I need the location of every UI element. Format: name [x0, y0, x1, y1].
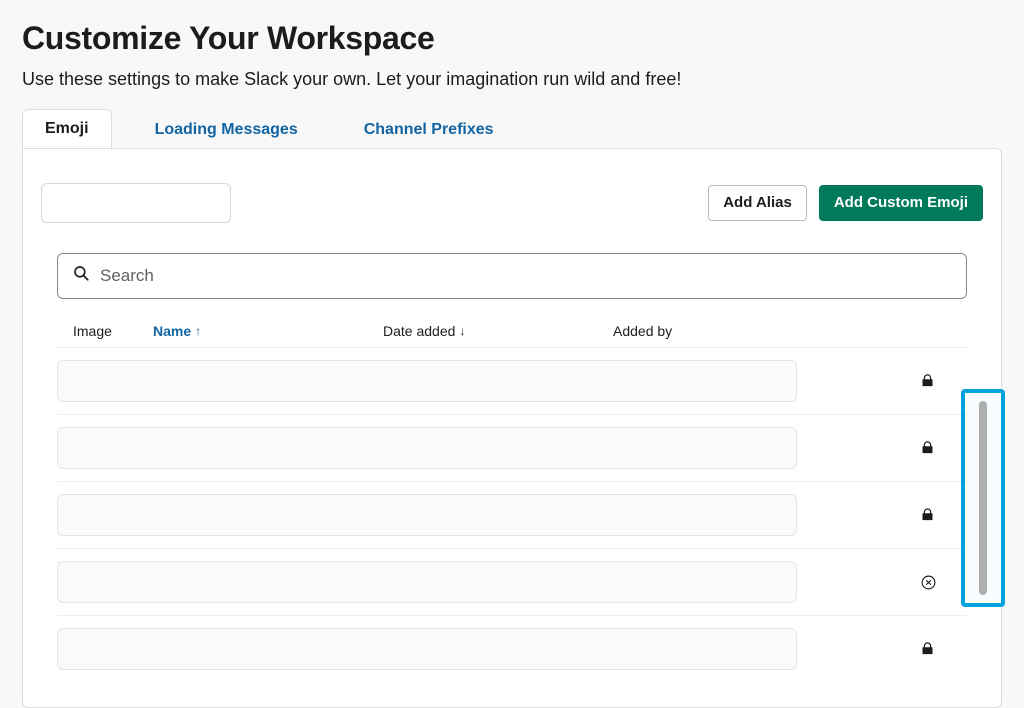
add-custom-emoji-button[interactable]: Add Custom Emoji [819, 185, 983, 221]
table-row [57, 548, 967, 615]
lock-icon [920, 440, 935, 455]
lock-icon [920, 507, 935, 522]
tabs: Emoji Loading Messages Channel Prefixes [22, 108, 1002, 148]
sort-desc-icon: ↓ [459, 324, 465, 338]
row-action [907, 440, 967, 455]
panel-emoji: Add Alias Add Custom Emoji Image Name ↑ [22, 148, 1002, 708]
lock-icon [920, 373, 935, 388]
search-input[interactable] [100, 266, 952, 286]
table-row [57, 481, 967, 548]
col-image: Image [73, 323, 153, 339]
page-subtitle: Use these settings to make Slack your ow… [22, 69, 1002, 90]
toolbar: Add Alias Add Custom Emoji [41, 183, 983, 223]
filter-dropdown[interactable] [41, 183, 231, 223]
row-placeholder [57, 494, 797, 536]
table-row [57, 414, 967, 481]
emoji-table: Image Name ↑ Date added ↓ Added by [41, 253, 983, 682]
page-title: Customize Your Workspace [22, 20, 1002, 57]
row-action[interactable] [907, 574, 967, 589]
table-row [57, 615, 967, 682]
delete-icon[interactable] [920, 574, 935, 589]
search-box[interactable] [57, 253, 967, 299]
tab-channel-prefixes[interactable]: Channel Prefixes [341, 110, 517, 149]
lock-icon [920, 641, 935, 656]
row-action [907, 641, 967, 656]
row-placeholder [57, 561, 797, 603]
tab-emoji[interactable]: Emoji [22, 109, 112, 149]
col-date-added[interactable]: Date added ↓ [383, 323, 613, 339]
row-placeholder [57, 628, 797, 670]
row-action [907, 507, 967, 522]
col-added-by: Added by [613, 323, 823, 339]
add-alias-button[interactable]: Add Alias [708, 185, 807, 221]
tab-loading-messages[interactable]: Loading Messages [132, 110, 321, 149]
row-placeholder [57, 427, 797, 469]
sort-asc-icon: ↑ [195, 324, 201, 338]
row-action [907, 373, 967, 388]
table-header: Image Name ↑ Date added ↓ Added by [57, 317, 967, 347]
search-icon [72, 264, 100, 287]
row-placeholder [57, 360, 797, 402]
col-name[interactable]: Name ↑ [153, 323, 383, 339]
table-row [57, 347, 967, 414]
